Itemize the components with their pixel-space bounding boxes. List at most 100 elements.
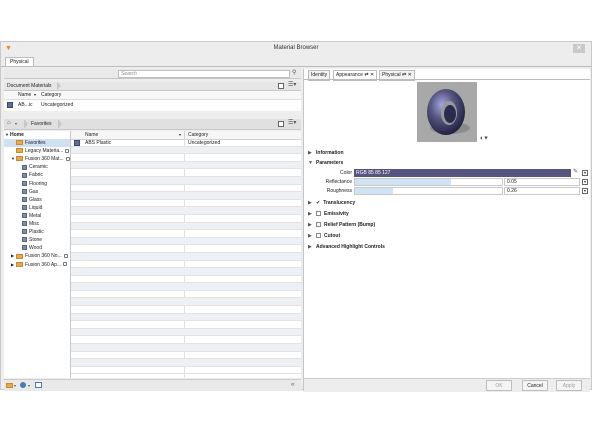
cancel-button[interactable]: Cancel <box>522 380 548 391</box>
ok-button[interactable]: OK <box>486 380 512 391</box>
list-options-icon[interactable]: ☰▾ <box>288 120 296 127</box>
material-browser-window: ▼ Material Browser ✕ Physical Search ⚲ D… <box>0 41 592 392</box>
tab-divider <box>1 66 591 67</box>
section-translucency[interactable]: ▶ ✔ Translucency <box>308 199 588 208</box>
material-library-icon <box>22 180 27 186</box>
section-relief-label: Relief Pattern (Bump) <box>324 222 376 228</box>
breadcrumb: ⌂ ▾ Favorites ☰▾ <box>4 119 301 130</box>
expand-icon[interactable]: ▶ <box>308 243 316 252</box>
expand-icon[interactable]: ▶ <box>308 232 316 241</box>
document-material-row[interactable]: AB...ic Uncategorized <box>4 100 301 111</box>
sort-icon[interactable]: ▾ <box>34 92 36 97</box>
material-library-icon <box>22 221 27 227</box>
home-dropdown-icon[interactable]: ▾ <box>15 120 17 127</box>
create-dropdown-icon[interactable]: ▾ <box>28 382 30 389</box>
tree-item[interactable]: Flooring <box>4 180 70 188</box>
asset-browser-icon[interactable] <box>35 382 42 388</box>
tree-item-label: Fusion 360 No... <box>25 253 62 260</box>
section-advanced[interactable]: ▶ Advanced Highlight Controls <box>308 243 588 252</box>
tree-item[interactable]: Glass <box>4 196 70 204</box>
tree-item[interactable]: ▼ Fusion 360 Mat... <box>4 155 70 163</box>
sort-icon[interactable]: ▾ <box>179 132 181 137</box>
swap-icon[interactable]: ⇄ <box>402 72 406 78</box>
tree-item[interactable]: Liquid <box>4 204 70 212</box>
param-reflectance-row: Reflectance 0.05 ▾ <box>308 178 588 186</box>
tree-item[interactable]: Fabric <box>4 171 70 179</box>
tree-item-label: Fabric <box>29 172 43 179</box>
material-library-icon <box>22 196 27 202</box>
table-row <box>71 169 301 177</box>
roughness-input[interactable]: 0.26 <box>504 187 580 195</box>
reflectance-slider[interactable] <box>354 178 503 186</box>
tree-item[interactable]: Favorites <box>4 139 70 148</box>
emissivity-checkbox[interactable] <box>316 211 321 217</box>
table-row <box>71 237 301 246</box>
tab-physical[interactable]: Physical <box>5 57 34 66</box>
roughness-dropdown-icon[interactable]: ▾ <box>582 188 588 194</box>
home-icon[interactable]: ⌂ <box>7 120 11 127</box>
tree-item[interactable]: Misc <box>4 220 70 228</box>
list-options-icon[interactable]: ☰▾ <box>288 82 296 89</box>
expand-icon[interactable]: ▶ <box>308 199 316 208</box>
roughness-slider[interactable] <box>354 187 503 195</box>
param-roughness-row: Roughness 0.26 ▾ <box>308 187 588 195</box>
material-library-icon <box>22 229 27 235</box>
expand-icon[interactable]: ▶ <box>308 210 316 219</box>
swap-icon[interactable]: ⇄ <box>364 72 368 78</box>
material-swatch-icon <box>7 102 13 108</box>
tree-item[interactable]: Gas <box>4 188 70 196</box>
col-name[interactable]: Name <box>18 92 31 98</box>
section-advanced-label: Advanced Highlight Controls <box>316 244 385 250</box>
section-parameters[interactable]: ▼ Parameters <box>308 159 588 168</box>
collapse-panel-icon[interactable]: « <box>291 382 294 389</box>
search-input[interactable]: Search <box>118 70 290 78</box>
close-button[interactable]: ✕ <box>573 44 585 53</box>
col-name[interactable]: Name <box>85 132 98 138</box>
tree-item[interactable]: Legacy Materia... <box>4 147 70 155</box>
breadcrumb-favorites[interactable]: Favorites <box>31 121 52 128</box>
cutout-checkbox[interactable] <box>316 233 321 239</box>
close-tab-icon[interactable]: ✕ <box>370 72 374 78</box>
color-dropdown-icon[interactable]: ▾ <box>582 170 588 176</box>
expand-icon[interactable]: ▶ <box>308 221 316 230</box>
tree-item[interactable]: ▼Home <box>4 131 70 139</box>
col-category[interactable]: Category <box>41 92 61 98</box>
view-toggle-icon[interactable] <box>278 121 284 127</box>
table-row <box>71 283 301 291</box>
tree-item[interactable]: ▶ Fusion 360 No... <box>4 252 70 260</box>
create-material-icon[interactable] <box>20 382 26 388</box>
table-row[interactable]: ABS Plastic Uncategorized <box>71 139 301 147</box>
search-icon[interactable]: ⚲ <box>292 70 296 77</box>
col-category[interactable]: Category <box>188 132 208 138</box>
tree-item[interactable]: ▶ Fusion 360 Ap... <box>4 261 70 269</box>
tree-item[interactable]: Wood <box>4 244 70 252</box>
relief-checkbox[interactable] <box>316 222 321 228</box>
tree-item[interactable]: Ceramic <box>4 163 70 171</box>
table-row <box>71 176 301 185</box>
table-row <box>71 245 301 253</box>
tree-item[interactable]: Plastic <box>4 228 70 236</box>
torus-preview-icon <box>427 89 470 135</box>
tab-physical-label: Physical <box>382 72 401 78</box>
breadcrumb-arrow <box>58 119 62 129</box>
apply-button[interactable]: Apply <box>556 380 582 391</box>
library-dropdown-icon[interactable]: ▾ <box>14 382 16 389</box>
tree-item[interactable]: Stone <box>4 236 70 244</box>
reflectance-dropdown-icon[interactable]: ▾ <box>582 179 588 185</box>
view-toggle-icon[interactable] <box>278 83 284 89</box>
tree-item[interactable]: Metal <box>4 212 70 220</box>
section-relief[interactable]: ▶ Relief Pattern (Bump) <box>308 221 588 230</box>
section-cutout[interactable]: ▶ Cutout <box>308 232 588 241</box>
collapse-icon[interactable]: ▼ <box>308 159 316 168</box>
section-emissivity[interactable]: ▶ Emissivity <box>308 210 588 219</box>
section-information[interactable]: ▶ Information <box>308 149 588 158</box>
color-edit-icon[interactable]: ✎ <box>573 169 578 176</box>
close-tab-icon[interactable]: ✕ <box>408 72 412 78</box>
render-options-icon[interactable]: ◐▾ <box>480 135 488 142</box>
color-swatch[interactable]: RGB 85 85 127 <box>354 169 571 177</box>
expand-icon[interactable]: ▶ <box>308 149 316 158</box>
table-row <box>71 252 301 261</box>
reflectance-input[interactable]: 0.05 <box>504 178 580 186</box>
tree-item-label: Metal <box>29 212 42 219</box>
checkmark-icon[interactable]: ✔ <box>316 200 320 206</box>
